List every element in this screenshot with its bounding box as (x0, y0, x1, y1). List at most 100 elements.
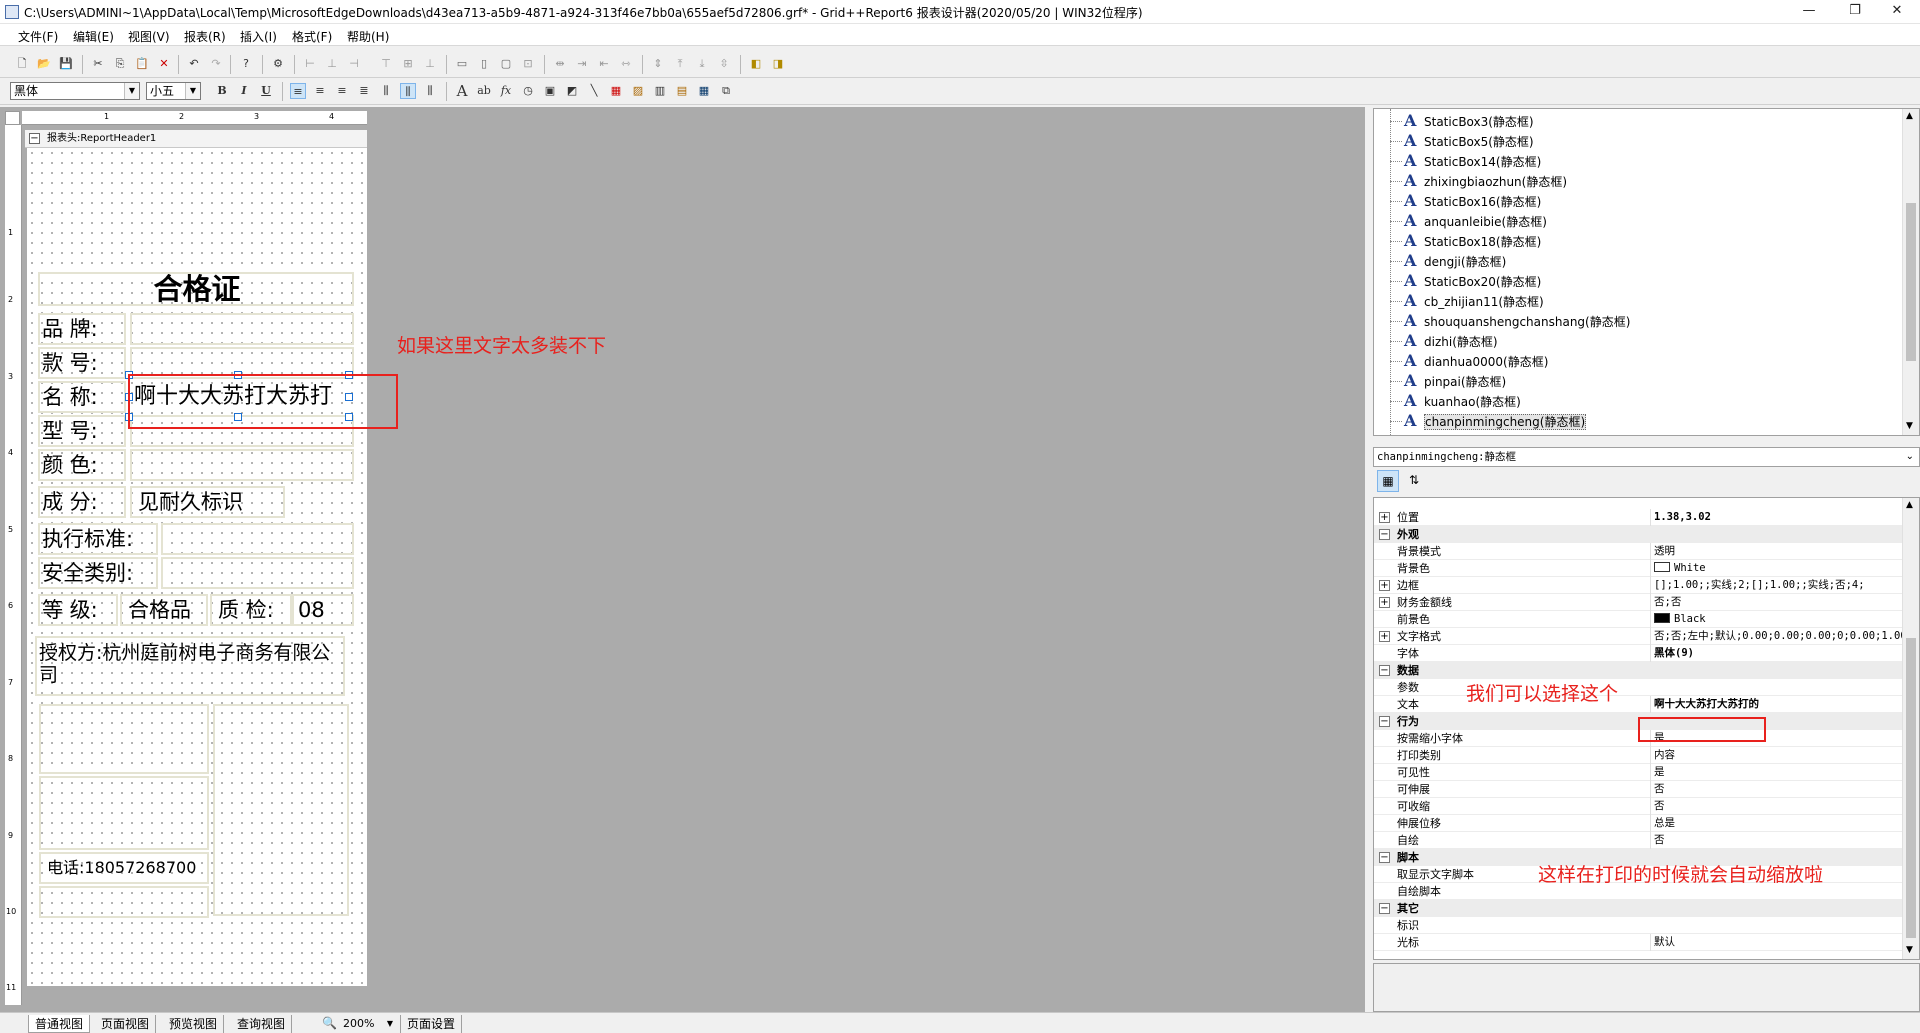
vspace-remove-icon[interactable]: ⇳ (716, 56, 732, 72)
label-standard[interactable]: 执行标准: (38, 523, 158, 555)
clock-icon[interactable]: ◷ (520, 83, 536, 99)
text-align-right-icon[interactable]: ≡ (334, 83, 350, 99)
tree-item[interactable]: A StaticBox3(静态框) (1390, 111, 1534, 131)
tree-item[interactable]: A StaticBox5(静态框) (1390, 131, 1534, 151)
size-grid-icon[interactable]: ⊡ (520, 56, 536, 72)
authorizer-text[interactable]: 授权方:杭州庭前树电子商务有限公司 (35, 636, 345, 696)
property-row[interactable]: 打印类别 内容 (1374, 747, 1903, 764)
text-vmiddle-icon[interactable]: ⫼ (400, 83, 416, 99)
hspace-inc-icon[interactable]: ⇥ (574, 56, 590, 72)
property-value[interactable]: 黑体(9) (1650, 645, 1903, 662)
tree-item[interactable]: A StaticBox14(静态框) (1390, 151, 1541, 171)
page-setup-button[interactable]: 页面设置 (400, 1015, 463, 1033)
tree-item[interactable]: Akuanhao(静态框) (1390, 391, 1521, 411)
cut-icon[interactable]: ✂ (90, 56, 106, 72)
redo-icon[interactable]: ↷ (208, 56, 224, 72)
expand-icon[interactable]: + (1379, 512, 1390, 523)
italic-button[interactable]: I (236, 83, 252, 99)
property-category[interactable]: − 外观 (1374, 526, 1903, 543)
line-icon[interactable]: ╲ (586, 83, 602, 99)
text-vbottom-icon[interactable]: ⫼ (422, 83, 438, 99)
tree-item[interactable]: Adianhua0000(静态框) (1390, 351, 1548, 371)
save-icon[interactable]: 💾 (58, 56, 74, 72)
property-value[interactable]: 否;否;左中;默认;0.00;0.00;0.00;0;0.00;1.00 (1650, 628, 1903, 645)
static-box-icon[interactable]: A (454, 83, 470, 99)
underline-button[interactable]: U (258, 83, 274, 99)
scroll-thumb[interactable] (1906, 203, 1916, 361)
value-brand[interactable] (130, 313, 354, 345)
send-back-icon[interactable]: ◨ (770, 56, 786, 72)
chart-icon[interactable]: ▤ (674, 83, 690, 99)
label-model[interactable]: 型 号: (38, 415, 126, 447)
vspace-icon[interactable]: ⇕ (650, 56, 666, 72)
empty-box-qr[interactable] (213, 704, 349, 916)
scroll-down-icon[interactable]: ▼ (1906, 421, 1913, 431)
text-vtop-icon[interactable]: ⫼ (378, 83, 394, 99)
tree-item[interactable]: Achanpinmingcheng(静态框) (1390, 411, 1587, 431)
property-row[interactable]: 背景模式 透明 (1374, 543, 1903, 560)
free-grid-icon[interactable]: ⧉ (718, 83, 734, 99)
tab-normal-view[interactable]: 普通视图 (28, 1015, 91, 1033)
expand-icon[interactable]: + (1379, 631, 1390, 642)
chevron-down-icon[interactable]: ⌄ (1906, 448, 1914, 466)
empty-box-3[interactable] (39, 886, 209, 918)
label-brand[interactable]: 品 牌: (38, 313, 126, 345)
property-row[interactable]: 伸展位移 总是 (1374, 815, 1903, 832)
label-inspect[interactable]: 质 检: (210, 594, 294, 626)
chevron-down-icon[interactable]: ▼ (124, 83, 139, 99)
property-value[interactable]: 默认 (1650, 934, 1903, 951)
property-row[interactable]: 参数 (1374, 679, 1903, 696)
hspace-dec-icon[interactable]: ⇤ (596, 56, 612, 72)
property-row[interactable]: 可伸展 否 (1374, 781, 1903, 798)
formula-icon[interactable]: fx (498, 83, 514, 99)
font-size-combo[interactable]: 小五 ▼ (146, 82, 201, 100)
align-top-icon[interactable]: ⊤ (378, 56, 394, 72)
text-align-left-icon[interactable]: ≡ (290, 83, 306, 99)
same-size-icon[interactable]: ▢ (498, 56, 514, 72)
property-row[interactable]: 前景色 Black (1374, 611, 1903, 628)
menu-help[interactable]: 帮助(H) (347, 28, 389, 45)
font-name-combo[interactable]: 黑体 ▼ (10, 82, 140, 100)
tree-item[interactable]: Azhixingbiaozhun(静态框) (1390, 171, 1567, 191)
label-grade[interactable]: 等 级: (38, 594, 118, 626)
menu-edit[interactable]: 编辑(E) (73, 28, 114, 45)
report-title[interactable]: 合格证 (38, 272, 354, 306)
property-scrollbar[interactable]: ▲ ▼ (1902, 498, 1919, 959)
property-row[interactable]: + 位置 1.38,3.02 (1374, 509, 1903, 526)
help-icon[interactable]: ? (238, 56, 254, 72)
align-right-icon[interactable]: ⊣ (346, 56, 362, 72)
phone-text[interactable]: 电话:18057268700 (39, 852, 209, 884)
value-standard[interactable] (161, 523, 354, 555)
property-value[interactable]: White (1650, 560, 1903, 577)
property-row[interactable]: 可见性 是 (1374, 764, 1903, 781)
menu-format[interactable]: 格式(F) (292, 28, 332, 45)
tree-item[interactable]: Apinpai(静态框) (1390, 371, 1506, 391)
collapse-icon[interactable]: − (1379, 665, 1390, 676)
expand-icon[interactable]: + (1379, 597, 1390, 608)
bring-front-icon[interactable]: ◧ (748, 56, 764, 72)
property-row[interactable]: + 边框 [];1.00;;实线;2;[];1.00;;实线;否;4; (1374, 577, 1903, 594)
property-value[interactable]: [];1.00;;实线;2;[];1.00;;实线;否;4; (1650, 577, 1903, 594)
property-value[interactable]: Black (1650, 611, 1903, 628)
align-bottom-icon[interactable]: ⊥ (422, 56, 438, 72)
tree-item[interactable]: Adizhi(静态框) (1390, 331, 1498, 351)
new-file-icon[interactable]: 🗋 (14, 56, 30, 72)
zoom-combo[interactable]: 200% ▼ (343, 1015, 393, 1033)
chevron-down-icon[interactable]: ▼ (185, 83, 200, 99)
grid-icon[interactable]: ▦ (696, 83, 712, 99)
close-button[interactable]: ✕ (1874, 0, 1920, 24)
tree-scrollbar[interactable]: ▲ ▼ (1902, 109, 1919, 435)
property-row[interactable]: 字体 黑体(9) (1374, 645, 1903, 662)
minimize-button[interactable]: — (1786, 0, 1832, 24)
empty-box-2[interactable] (39, 776, 209, 850)
categorized-icon[interactable]: ▦ (1377, 470, 1399, 492)
align-left-icon[interactable]: ⊢ (302, 56, 318, 72)
property-value[interactable]: 1.38,3.02 (1650, 509, 1903, 526)
vspace-inc-icon[interactable]: ⤒ (672, 56, 688, 72)
same-height-icon[interactable]: ▯ (476, 56, 492, 72)
label-style[interactable]: 款 号: (38, 347, 126, 379)
value-composition[interactable]: 见耐久标识 (130, 486, 285, 518)
menu-file[interactable]: 文件(F) (18, 28, 58, 45)
text-justify-icon[interactable]: ≣ (356, 83, 372, 99)
tree-item[interactable]: A StaticBox18(静态框) (1390, 231, 1541, 251)
